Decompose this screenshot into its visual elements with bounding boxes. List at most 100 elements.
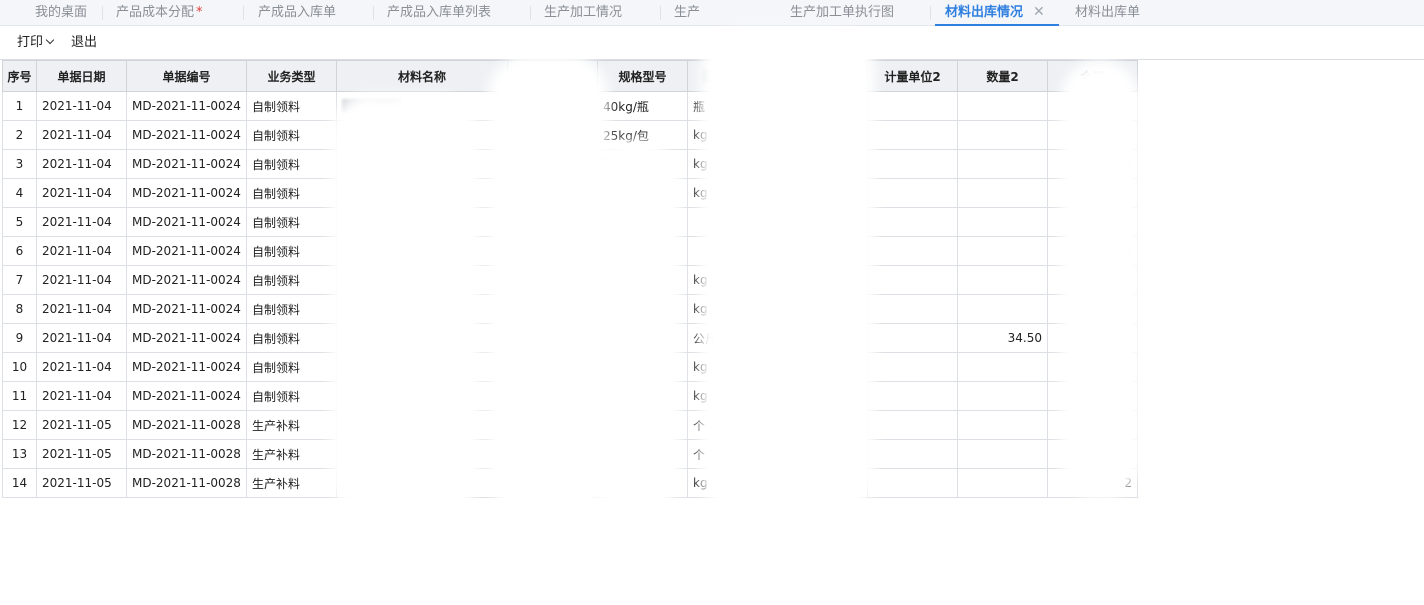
tab-production-redacted[interactable]: 生产: [674, 0, 700, 25]
header-col-seq[interactable]: 序号: [2, 60, 37, 92]
cell-text: 2021-11-04: [42, 331, 112, 345]
header-col-doc-no[interactable]: 单据编号: [126, 60, 247, 92]
table-cell-col-unit2: [867, 352, 958, 382]
header-col-spec[interactable]: 规格型号: [597, 60, 688, 92]
tab-finished-goods-receipt-list[interactable]: 产成品入库单列表: [387, 0, 491, 25]
tab-divider: [660, 6, 661, 20]
table-cell-col-seq: 6: [2, 236, 37, 266]
cell-text: 自制领料: [252, 302, 301, 317]
tab-desktop[interactable]: 我的桌面: [35, 0, 87, 25]
table-cell-col-seq: 12: [2, 410, 37, 440]
table-cell-col-unit2: [867, 236, 958, 266]
table-cell-col-qty2: [957, 294, 1048, 324]
table-cell-col-date: 2021-11-04: [36, 381, 127, 411]
tab-material-issue-status[interactable]: 材料出库情况 ✕: [934, 0, 1060, 26]
table-cell-col-date: 2021-11-04: [36, 323, 127, 353]
table-cell-col-unit2: [867, 91, 958, 121]
cell-text: 6: [15, 244, 24, 258]
cell-text: MD-2021-11-0024: [132, 389, 241, 403]
cell-text: 生产补料: [252, 476, 301, 491]
table-cell-col-seq: 1: [2, 91, 37, 121]
cell-text: 自制领料: [252, 360, 301, 375]
table-cell-col-unit2: [867, 120, 958, 150]
table-cell-col-doc-no: MD-2021-11-0024: [126, 294, 247, 324]
cell-text: 2021-11-04: [42, 215, 112, 229]
cell-text: MD-2021-11-0024: [132, 302, 241, 316]
header-col-unit2[interactable]: 计量单位2: [867, 60, 958, 92]
table-cell-col-seq: 5: [2, 207, 37, 237]
cell-text: 2021-11-04: [42, 186, 112, 200]
table-cell-col-seq: 14: [2, 468, 37, 498]
table-cell-col-doc-no: MD-2021-11-0024: [126, 91, 247, 121]
table-cell-col-qty2: 34.50: [957, 323, 1048, 353]
exit-button[interactable]: 退出: [71, 27, 97, 59]
header-col-biz-type[interactable]: 业务类型: [246, 60, 337, 92]
header-col-material-name[interactable]: 材料名称: [336, 60, 508, 92]
header-col-date[interactable]: 单据日期: [36, 60, 127, 92]
cell-text: MD-2021-11-0028: [132, 447, 241, 461]
table-cell-col-seq: 13: [2, 439, 37, 469]
table-cell-col-seq: 3: [2, 149, 37, 179]
cell-text: 10: [11, 360, 28, 374]
cell-text: MD-2021-11-0028: [132, 418, 241, 432]
cell-text: 自制领料: [252, 273, 301, 288]
redaction-mask: [590, 140, 680, 515]
print-label: 打印: [17, 35, 44, 50]
table-cell-col-qty2: [957, 352, 1048, 382]
cell-text: 8: [15, 302, 24, 316]
cell-text: 自制领料: [252, 244, 301, 259]
table-cell-col-biz-type: 自制领料: [246, 352, 337, 382]
cell-text: MD-2021-11-0024: [132, 215, 241, 229]
cell-text: 12: [11, 418, 28, 432]
tab-product-cost-allocation[interactable]: 产品成本分配 *: [116, 0, 203, 25]
tab-divider: [530, 6, 531, 20]
table-cell-col-seq: 11: [2, 381, 37, 411]
table-cell-col-seq: 4: [2, 178, 37, 208]
cell-text: MD-2021-11-0024: [132, 360, 241, 374]
tab-material-issue-order[interactable]: 材料出库单: [1075, 0, 1140, 25]
close-icon[interactable]: ✕: [1033, 0, 1045, 25]
table-cell-col-unit2: [867, 410, 958, 440]
cell-text: 13: [11, 447, 28, 461]
table-cell-col-doc-no: MD-2021-11-0024: [126, 178, 247, 208]
table-cell-col-date: 2021-11-05: [36, 439, 127, 469]
cell-text: 2021-11-05: [42, 476, 112, 490]
cell-text: 2021-11-05: [42, 418, 112, 432]
table-cell-col-biz-type: 自制领料: [246, 120, 337, 150]
tab-production-processing[interactable]: 生产加工情况: [544, 0, 622, 25]
table-cell-col-date: 2021-11-04: [36, 207, 127, 237]
table-cell-col-qty2: [957, 149, 1048, 179]
table-cell-col-date: 2021-11-05: [36, 410, 127, 440]
print-button[interactable]: 打印: [17, 27, 55, 59]
table-cell-col-date: 2021-11-04: [36, 236, 127, 266]
cell-text: 2021-11-05: [42, 447, 112, 461]
table-cell-col-qty2: [957, 468, 1048, 498]
tab-production-order-execution-chart[interactable]: 生产加工单执行图: [790, 0, 894, 25]
cell-text: 9: [15, 331, 24, 345]
cell-text: 1: [15, 99, 24, 113]
cell-text: 自制领料: [252, 128, 301, 143]
table-cell-col-unit2: [867, 294, 958, 324]
table-cell-col-unit2: [867, 323, 958, 353]
table-cell-col-seq: 7: [2, 265, 37, 295]
table-cell-col-date: 2021-11-04: [36, 352, 127, 382]
cell-text: 2021-11-04: [42, 302, 112, 316]
cell-text: 自制领料: [252, 389, 301, 404]
cell-text: 生产补料: [252, 447, 301, 462]
table-cell-col-qty2: [957, 178, 1048, 208]
cell-text: 2021-11-04: [42, 273, 112, 287]
cell-text: 14: [11, 476, 28, 490]
table-cell-col-unit2: [867, 265, 958, 295]
table-cell-col-biz-type: 自制领料: [246, 149, 337, 179]
cell-text: 40kg/瓶: [603, 99, 649, 114]
redaction-mask: [330, 95, 480, 515]
header-col-qty2[interactable]: 数量2: [957, 60, 1048, 92]
table-cell-col-doc-no: MD-2021-11-0028: [126, 468, 247, 498]
tab-divider: [102, 6, 103, 20]
tab-divider: [930, 6, 931, 20]
cell-text: 34.50: [1007, 331, 1042, 345]
tab-divider: [243, 6, 244, 20]
cell-text: 4: [15, 186, 24, 200]
tab-finished-goods-receipt[interactable]: 产成品入库单: [258, 0, 336, 25]
table-cell-col-doc-no: MD-2021-11-0024: [126, 149, 247, 179]
